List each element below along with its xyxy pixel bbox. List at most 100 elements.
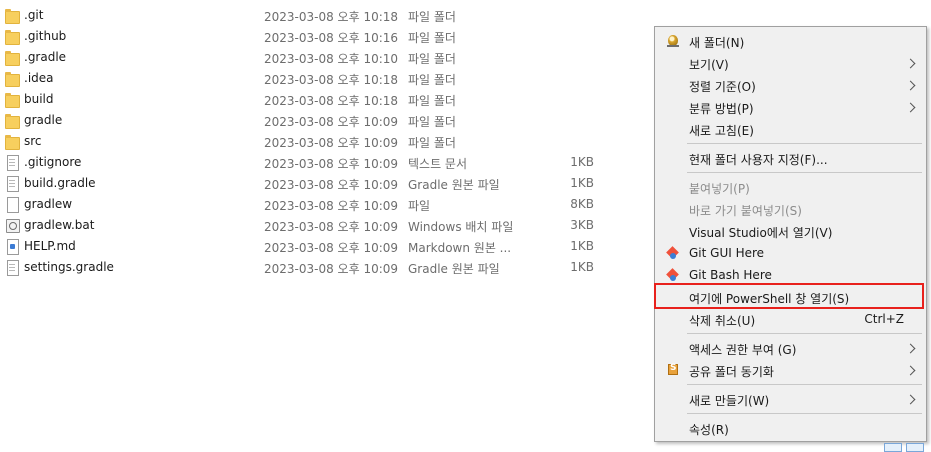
file-type: Gradle 원본 파일 bbox=[408, 262, 500, 276]
menu-properties[interactable]: 속성(R) bbox=[657, 417, 924, 439]
menu-label: Visual Studio에서 열기(V) bbox=[689, 226, 833, 240]
menu-paste: 붙여넣기(P) bbox=[657, 176, 924, 198]
menu-label: 보기(V) bbox=[689, 58, 729, 72]
file-name: build bbox=[24, 92, 54, 106]
context-menu: 새 폴더(N) 보기(V) 정렬 기준(O) 분류 방법(P) 새로 고침(E)… bbox=[654, 26, 927, 442]
menu-customize-folder[interactable]: 현재 폴더 사용자 지정(F)... bbox=[657, 147, 924, 169]
text-file-icon bbox=[5, 260, 19, 276]
file-type: Windows 배치 파일 bbox=[408, 220, 514, 234]
menu-separator bbox=[687, 384, 922, 385]
file-name: .gradle bbox=[24, 50, 67, 64]
menu-separator bbox=[687, 333, 922, 334]
file-size: 8KB bbox=[570, 197, 594, 211]
menu-new[interactable]: 새로 만들기(W) bbox=[657, 388, 924, 410]
file-type: 파일 폴더 bbox=[408, 10, 456, 24]
menu-label: 현재 폴더 사용자 지정(F)... bbox=[689, 153, 828, 167]
menu-refresh[interactable]: 새로 고침(E) bbox=[657, 118, 924, 140]
file-name: HELP.md bbox=[24, 239, 76, 253]
file-name: .idea bbox=[24, 71, 54, 85]
file-row[interactable]: settings.gradle 2023-03-08 오후 10:09 Grad… bbox=[0, 257, 640, 278]
file-row[interactable]: .gradle 2023-03-08 오후 10:10 파일 폴더 bbox=[0, 47, 640, 68]
menu-label: 공유 폴더 동기화 bbox=[689, 365, 774, 379]
file-type: 파일 폴더 bbox=[408, 94, 456, 108]
file-date: 2023-03-08 오후 10:09 bbox=[264, 220, 399, 234]
menu-label: Git Bash Here bbox=[689, 268, 772, 282]
menu-label: 붙여넣기(P) bbox=[689, 182, 750, 196]
file-list: .git 2023-03-08 오후 10:18 파일 폴더 .github 2… bbox=[0, 5, 640, 278]
file-date: 2023-03-08 오후 10:09 bbox=[264, 199, 399, 213]
file-date: 2023-03-08 오후 10:16 bbox=[264, 31, 399, 45]
file-row[interactable]: src 2023-03-08 오후 10:09 파일 폴더 bbox=[0, 131, 640, 152]
view-toggles bbox=[884, 443, 928, 452]
file-name: .gitignore bbox=[24, 155, 82, 169]
new-folder-icon bbox=[666, 34, 680, 48]
git-icon bbox=[666, 268, 680, 282]
menu-label: 정렬 기준(O) bbox=[689, 80, 756, 94]
file-type: Gradle 원본 파일 bbox=[408, 178, 500, 192]
file-row[interactable]: gradlew 2023-03-08 오후 10:09 파일 8KB bbox=[0, 194, 640, 215]
file-row[interactable]: .idea 2023-03-08 오후 10:18 파일 폴더 bbox=[0, 68, 640, 89]
file-date: 2023-03-08 오후 10:10 bbox=[264, 52, 399, 66]
file-row[interactable]: gradlew.bat 2023-03-08 오후 10:09 Windows … bbox=[0, 215, 640, 236]
menu-open-powershell[interactable]: 여기에 PowerShell 창 열기(S) bbox=[657, 286, 924, 308]
file-row[interactable]: .gitignore 2023-03-08 오후 10:09 텍스트 문서 1K… bbox=[0, 152, 640, 173]
menu-group-by[interactable]: 분류 방법(P) bbox=[657, 96, 924, 118]
menu-sync-shared-folder[interactable]: 공유 폴더 동기화 bbox=[657, 359, 924, 381]
text-file-icon bbox=[5, 155, 19, 171]
menu-new-folder[interactable]: 새 폴더(N) bbox=[657, 30, 924, 52]
file-type: 파일 폴더 bbox=[408, 52, 456, 66]
menu-paste-shortcut: 바로 가기 붙여넣기(S) bbox=[657, 198, 924, 220]
file-date: 2023-03-08 오후 10:09 bbox=[264, 262, 399, 276]
menu-view[interactable]: 보기(V) bbox=[657, 52, 924, 74]
file-name: gradlew.bat bbox=[24, 218, 95, 232]
details-view-icon[interactable] bbox=[884, 443, 902, 452]
file-date: 2023-03-08 오후 10:09 bbox=[264, 241, 399, 255]
git-icon bbox=[666, 246, 680, 260]
file-size: 1KB bbox=[570, 155, 594, 169]
file-row[interactable]: build.gradle 2023-03-08 오후 10:09 Gradle … bbox=[0, 173, 640, 194]
large-icons-view-icon[interactable] bbox=[906, 443, 924, 452]
file-row[interactable]: gradle 2023-03-08 오후 10:09 파일 폴더 bbox=[0, 110, 640, 131]
file-date: 2023-03-08 오후 10:18 bbox=[264, 10, 399, 24]
file-size: 3KB bbox=[570, 218, 594, 232]
file-date: 2023-03-08 오후 10:09 bbox=[264, 115, 399, 129]
sync-icon bbox=[666, 363, 680, 377]
menu-undo-delete[interactable]: 삭제 취소(U) Ctrl+Z bbox=[657, 308, 924, 330]
file-row[interactable]: build 2023-03-08 오후 10:18 파일 폴더 bbox=[0, 89, 640, 110]
file-row[interactable]: .github 2023-03-08 오후 10:16 파일 폴더 bbox=[0, 26, 640, 47]
file-row[interactable]: .git 2023-03-08 오후 10:18 파일 폴더 bbox=[0, 5, 640, 26]
file-row[interactable]: HELP.md 2023-03-08 오후 10:09 Markdown 원본 … bbox=[0, 236, 640, 257]
menu-label: 분류 방법(P) bbox=[689, 102, 754, 116]
folder-icon bbox=[5, 50, 20, 66]
menu-give-access[interactable]: 액세스 권한 부여 (G) bbox=[657, 337, 924, 359]
file-date: 2023-03-08 오후 10:09 bbox=[264, 178, 399, 192]
menu-open-visual-studio[interactable]: Visual Studio에서 열기(V) bbox=[657, 220, 924, 242]
chevron-right-icon bbox=[905, 58, 916, 69]
chevron-right-icon bbox=[905, 102, 916, 113]
file-type: 파일 폴더 bbox=[408, 136, 456, 150]
menu-git-gui[interactable]: Git GUI Here bbox=[657, 242, 924, 264]
file-name: gradle bbox=[24, 113, 63, 127]
menu-label: 새 폴더(N) bbox=[689, 36, 745, 50]
folder-icon bbox=[5, 71, 20, 87]
text-file-icon bbox=[5, 176, 19, 192]
file-size: 1KB bbox=[570, 176, 594, 190]
menu-label: 바로 가기 붙여넣기(S) bbox=[689, 204, 802, 218]
file-name: src bbox=[24, 134, 42, 148]
file-type: Markdown 원본 ... bbox=[408, 241, 512, 255]
file-type: 파일 폴더 bbox=[408, 31, 456, 45]
menu-label: 새로 고침(E) bbox=[689, 124, 754, 138]
menu-label: 속성(R) bbox=[689, 423, 729, 437]
menu-sort-by[interactable]: 정렬 기준(O) bbox=[657, 74, 924, 96]
menu-git-bash[interactable]: Git Bash Here bbox=[657, 264, 924, 286]
menu-label: 여기에 PowerShell 창 열기(S) bbox=[689, 292, 850, 306]
chevron-right-icon bbox=[905, 365, 916, 376]
menu-shortcut: Ctrl+Z bbox=[864, 312, 904, 326]
folder-icon bbox=[5, 134, 20, 150]
file-date: 2023-03-08 오후 10:09 bbox=[264, 136, 399, 150]
file-name: gradlew bbox=[24, 197, 73, 211]
file-date: 2023-03-08 오후 10:18 bbox=[264, 73, 399, 87]
menu-separator bbox=[687, 143, 922, 144]
folder-icon bbox=[5, 29, 20, 45]
chevron-right-icon bbox=[905, 80, 916, 91]
